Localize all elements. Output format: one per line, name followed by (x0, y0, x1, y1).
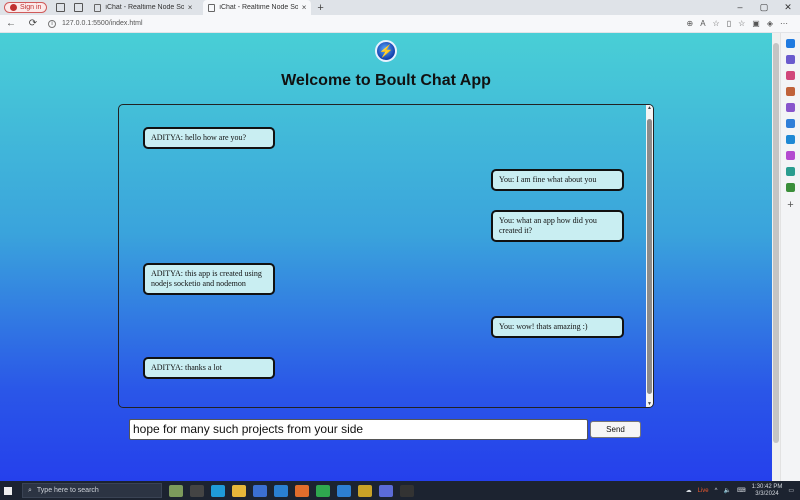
chat-page: ⚡ Welcome to Boult Chat App ADITYA: hell… (0, 33, 772, 481)
search-icon[interactable] (786, 55, 795, 64)
split-screen-icon[interactable]: ▯ (727, 19, 731, 28)
widget-icon[interactable] (169, 484, 183, 497)
address-bar[interactable]: i 127.0.0.1:5500/index.html (48, 17, 686, 31)
extensions-icon[interactable]: ◈ (767, 19, 773, 28)
tab-title: iChat - Realtime Node Socket.io (105, 4, 184, 11)
taskbar: ⌕ Type here to search ☁ Live ^ 🔈 ⌨ 1:30:… (0, 481, 800, 500)
outlook-icon[interactable] (786, 135, 795, 144)
clock[interactable]: 1:30:42 PM 3/3/2024 (752, 484, 783, 498)
edge-icon[interactable] (211, 484, 225, 497)
games-icon[interactable] (786, 103, 795, 112)
message-right: You: what an app how did you created it? (491, 210, 624, 242)
vscode-icon[interactable] (337, 484, 351, 497)
windows-icon (4, 486, 12, 495)
sign-in-label: Sign in (20, 4, 42, 11)
toolbar-icons: ⊕ A ☆ ▯ ☆ ▣ ◈ ⋯ (686, 19, 788, 28)
terminal-icon[interactable] (400, 484, 414, 497)
chrome-icon[interactable] (316, 484, 330, 497)
taskbar-search[interactable]: ⌕ Type here to search (22, 483, 162, 498)
window-controls: – ▢ ✕ (728, 0, 800, 15)
browser-tab-strip: Sign in iChat - Realtime Node Socket.io … (0, 0, 800, 15)
refresh-button[interactable]: ⟳ (22, 18, 44, 29)
workspaces-icon[interactable] (56, 3, 66, 12)
volume-icon[interactable]: 🔈 (723, 487, 730, 494)
scroll-down-icon[interactable]: ▼ (647, 401, 652, 407)
close-window-button[interactable]: ✕ (776, 0, 800, 15)
app-icon[interactable] (379, 484, 393, 497)
minimize-button[interactable]: – (728, 0, 752, 15)
file-explorer-icon[interactable] (232, 484, 246, 497)
copilot-icon[interactable] (786, 39, 795, 48)
page-scrollbar[interactable] (772, 33, 780, 481)
profile-icon (10, 4, 17, 11)
more-menu-icon[interactable]: ⋯ (780, 19, 788, 28)
message-right: You: wow! thats amazing :) (491, 316, 624, 338)
read-aloud-icon[interactable]: A (700, 19, 705, 28)
search-placeholder: Type here to search (36, 487, 99, 494)
tools-icon[interactable] (786, 87, 795, 96)
search-icon: ⌕ (28, 486, 32, 494)
sign-in-button[interactable]: Sign in (4, 2, 48, 13)
time-text: 1:30:42 PM (751, 483, 783, 490)
notification-icon[interactable]: ▭ (788, 487, 794, 494)
chat-container[interactable]: ADITYA: hello how are you? You: I am fin… (118, 104, 654, 408)
message-left: ADITYA: hello how are you? (143, 127, 275, 149)
microsoft-365-icon[interactable] (786, 119, 795, 128)
mail-icon[interactable] (274, 484, 288, 497)
weather-icon[interactable]: ☁ (686, 487, 692, 494)
scroll-up-icon[interactable]: ▲ (647, 105, 652, 111)
zoom-icon[interactable]: ⊕ (686, 19, 693, 28)
page-icon (94, 3, 102, 12)
chevron-up-icon[interactable]: ^ (715, 488, 718, 494)
new-tab-button[interactable]: + (317, 2, 323, 14)
app-logo-icon: ⚡ (375, 40, 397, 62)
page-scroll-thumb[interactable] (773, 43, 779, 443)
close-tab-icon[interactable]: × (188, 3, 193, 12)
maximize-button[interactable]: ▢ (752, 0, 776, 15)
designer-icon[interactable] (786, 151, 795, 160)
shopping-icon[interactable] (786, 71, 795, 80)
url-text: 127.0.0.1:5500/index.html (62, 20, 143, 27)
task-view-icon[interactable] (190, 484, 204, 497)
site-info-icon[interactable]: i (48, 19, 56, 28)
favorite-star-icon[interactable]: ☆ (713, 19, 720, 28)
start-button[interactable] (0, 481, 16, 500)
message-left: ADITYA: this app is created using nodejs… (143, 263, 275, 295)
language-icon[interactable]: ⌨ (737, 487, 746, 494)
edge-sidebar: + (780, 33, 800, 481)
live-label[interactable]: Live (698, 488, 709, 494)
chat-scroll-thumb[interactable] (647, 119, 652, 394)
browser-tab-2[interactable]: iChat - Realtime Node Socket.io × (203, 0, 312, 15)
message-input[interactable]: hope for many such projects from your si… (129, 419, 588, 440)
page-icon (208, 3, 216, 12)
tab-actions-icon[interactable] (74, 3, 84, 12)
tab-title: iChat - Realtime Node Socket.io (219, 4, 298, 11)
page-title: Welcome to Boult Chat App (281, 72, 491, 89)
favorites-icon[interactable]: ☆ (738, 19, 745, 28)
collections-icon[interactable]: ▣ (752, 19, 760, 28)
git-icon[interactable] (358, 484, 372, 497)
system-tray: ☁ Live ^ 🔈 ⌨ 1:30:42 PM 3/3/2024 ▭ (686, 481, 800, 500)
drop-icon[interactable] (786, 167, 795, 176)
message-right: You: I am fine what about you (491, 169, 624, 191)
back-button[interactable]: ← (0, 18, 22, 29)
send-button[interactable]: Send (590, 421, 641, 438)
firefox-icon[interactable] (295, 484, 309, 497)
store-icon[interactable] (253, 484, 267, 497)
add-icon[interactable]: + (787, 199, 793, 211)
message-left: ADITYA: thanks a lot (143, 357, 275, 379)
browser-tab-1[interactable]: iChat - Realtime Node Socket.io × (89, 0, 197, 15)
close-tab-icon[interactable]: × (302, 3, 307, 12)
address-bar-row: ← ⟳ i 127.0.0.1:5500/index.html ⊕ A ☆ ▯ … (0, 15, 800, 33)
tree-icon[interactable] (786, 183, 795, 192)
date-text: 3/3/2024 (755, 490, 779, 497)
chat-scrollbar[interactable]: ▲ ▼ (646, 105, 653, 407)
